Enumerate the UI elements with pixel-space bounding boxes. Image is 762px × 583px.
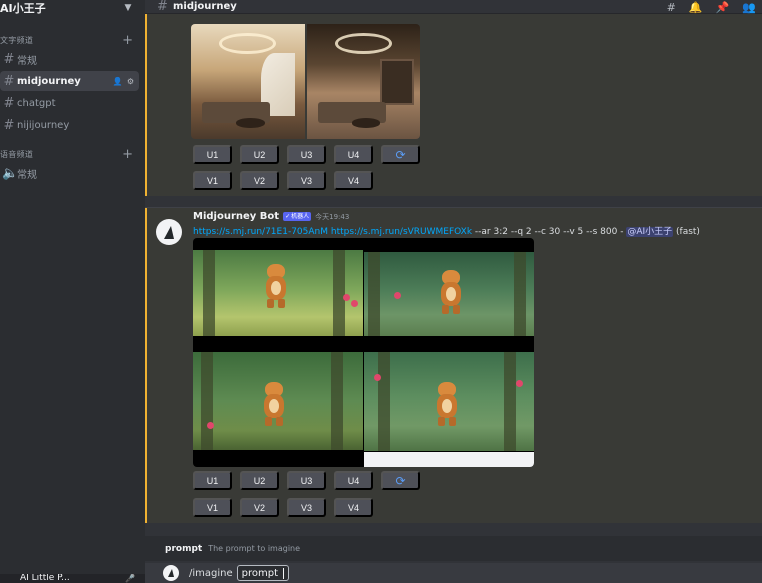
variation-button-1[interactable]: V1 [193, 498, 232, 517]
user-name: AI Little P... [20, 574, 70, 583]
grid-image-1[interactable] [193, 250, 363, 336]
sidebar-item-midjourney[interactable]: # midjourney 👤 ⚙ [0, 71, 139, 91]
upscale-button-2[interactable]: U2 [240, 471, 279, 490]
channel-header: # midjourney # 🔔 📌 👥 [145, 0, 762, 14]
command-hint: prompt The prompt to imagine [145, 536, 762, 561]
message-timestamp: 今天19:43 [315, 212, 350, 221]
pin-icon[interactable]: 📌 [716, 1, 730, 14]
server-header[interactable]: AI小王子 ▼ [0, 0, 145, 16]
upscale-button-3[interactable]: U3 [287, 471, 326, 490]
prompt-option-label: prompt [241, 567, 279, 579]
bot-avatar-icon [163, 565, 179, 581]
grid-image-3[interactable] [193, 352, 363, 450]
channel-sidebar: AI小王子 ▼ 文字频道 + # 常规 # midjourney 👤 ⚙ # c… [0, 0, 145, 583]
upscale-button-3[interactable]: U3 [287, 145, 326, 164]
user-panel: AI Little P... 🎤 [0, 574, 145, 583]
sidebar-item-nijijourney[interactable]: # nijijourney [0, 115, 139, 135]
upscale-button-4[interactable]: U4 [334, 145, 373, 164]
gear-icon[interactable]: ⚙ [127, 77, 134, 86]
sidebar-item-chatgpt[interactable]: # chatgpt [0, 93, 139, 113]
channel-label: nijijourney [17, 119, 70, 131]
category-label: 语音频道 [0, 149, 34, 159]
variation-button-4[interactable]: V4 [334, 498, 373, 517]
threads-icon[interactable]: # [667, 1, 676, 14]
upscale-button-1[interactable]: U1 [193, 471, 232, 490]
app-window: AI小王子 ▼ 文字频道 + # 常规 # midjourney 👤 ⚙ # c… [0, 0, 762, 583]
server-name: AI小王子 [0, 2, 46, 15]
image-border [364, 452, 534, 467]
add-channel-icon[interactable]: + [122, 148, 133, 161]
image-grid[interactable] [193, 238, 534, 467]
image-link-1[interactable]: https://s.mj.run/71E1-705AnM [193, 227, 328, 237]
channel-label: chatgpt [17, 97, 56, 109]
channel-label: 常规 [17, 169, 37, 181]
add-channel-icon[interactable]: + [122, 34, 133, 47]
hint-option-name: prompt [165, 543, 203, 554]
prompt-params: --ar 3:2 --q 2 --c 30 --v 5 --s 800 - [472, 227, 627, 237]
channel-label: 常规 [17, 55, 37, 67]
hash-icon: # [3, 117, 15, 133]
sidebar-item-voice-general[interactable]: 🔈 常规 [0, 163, 139, 183]
hint-option-description: The prompt to imagine [208, 544, 301, 553]
mic-icon[interactable]: 🎤 [125, 574, 135, 583]
hash-icon: # [3, 95, 15, 111]
sidebar-item-general[interactable]: # 常规 [0, 49, 139, 69]
refresh-icon[interactable]: ⟳ [381, 145, 420, 164]
message-item: U1 U2 U3 U4 ⟳ V1 V2 V3 V4 [145, 14, 762, 196]
prompt-option-field[interactable]: prompt [236, 565, 290, 581]
message-content: https://s.mj.run/71E1-705AnM https://s.m… [193, 224, 753, 237]
channel-title: midjourney [173, 1, 237, 12]
category-label: 文字频道 [0, 35, 34, 45]
refresh-icon[interactable]: ⟳ [381, 471, 420, 490]
bot-badge: ✓ 机器人 [283, 212, 312, 221]
add-member-icon[interactable]: 👤 [113, 77, 123, 86]
voice-channels-category[interactable]: 语音频道 + [0, 147, 145, 161]
variation-button-3[interactable]: V3 [287, 171, 326, 190]
variation-button-4[interactable]: V4 [334, 171, 373, 190]
grid-image-4[interactable] [364, 352, 534, 451]
chevron-down-icon[interactable]: ▼ [123, 3, 133, 13]
image-attachment[interactable] [191, 24, 420, 139]
image-room-left [191, 24, 305, 139]
variation-button-2[interactable]: V2 [240, 171, 279, 190]
hash-icon: # [157, 0, 168, 14]
variation-button-2[interactable]: V2 [240, 498, 279, 517]
image-room-right [306, 24, 420, 139]
avatar[interactable] [156, 219, 182, 245]
hash-icon: # [3, 73, 15, 89]
text-channels-category[interactable]: 文字频道 + [0, 33, 145, 47]
bell-icon[interactable]: 🔔 [689, 1, 703, 14]
channel-label: midjourney [17, 75, 81, 87]
variation-button-1[interactable]: V1 [193, 171, 232, 190]
message-item: Midjourney Bot ✓ 机器人 今天19:43 https://s.mj… [145, 208, 762, 523]
bot-badge-label: 机器人 [291, 213, 310, 220]
message-input[interactable]: /imagine prompt [145, 563, 762, 583]
hash-icon: # [3, 51, 15, 67]
message-author[interactable]: Midjourney Bot [193, 211, 279, 222]
sailboat-icon [164, 225, 174, 239]
check-icon: ✓ [285, 213, 291, 220]
image-link-2[interactable]: https://s.mj.run/sVRUWMEFOXk [331, 227, 472, 237]
slash-command: /imagine [189, 567, 233, 579]
variation-button-3[interactable]: V3 [287, 498, 326, 517]
mode-label: (fast) [673, 227, 700, 237]
upscale-button-4[interactable]: U4 [334, 471, 373, 490]
text-caret [283, 567, 285, 579]
message-list: U1 U2 U3 U4 ⟳ V1 V2 V3 V4 Midjourney Bot… [145, 14, 762, 523]
user-mention[interactable]: @AI小王子 [626, 227, 674, 237]
grid-image-2[interactable] [364, 252, 534, 336]
upscale-button-2[interactable]: U2 [240, 145, 279, 164]
members-icon[interactable]: 👥 [742, 1, 756, 14]
speaker-icon: 🔈 [2, 165, 19, 181]
upscale-button-1[interactable]: U1 [193, 145, 232, 164]
